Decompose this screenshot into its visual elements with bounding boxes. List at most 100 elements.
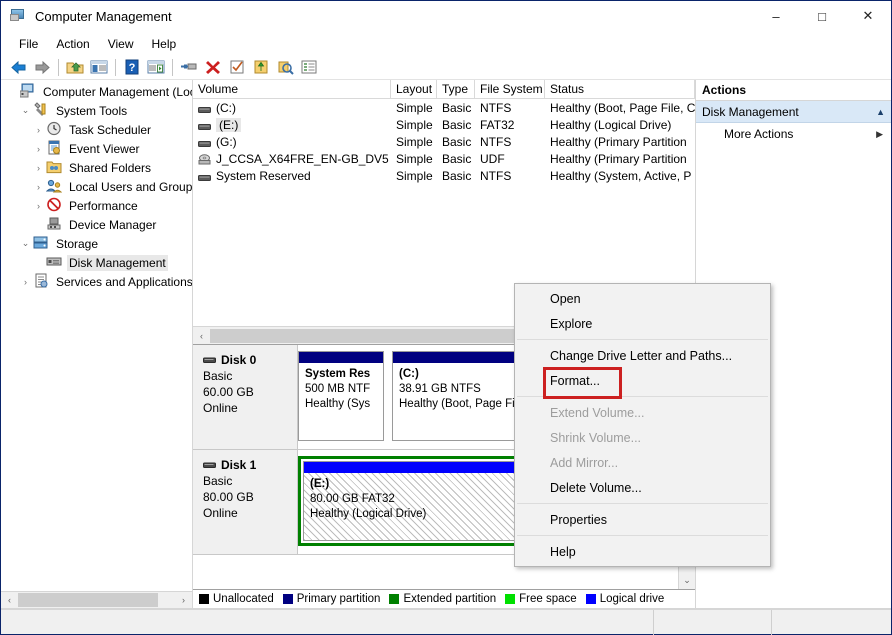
disk-scroll-down-button[interactable]: ⌄	[679, 572, 695, 589]
disk-info-panel[interactable]: Disk 1 Basic 80.00 GB Online	[193, 450, 298, 554]
menu-help[interactable]: Help	[143, 35, 186, 53]
column-header-type[interactable]: Type	[437, 80, 475, 98]
column-header-status[interactable]: Status	[545, 80, 695, 98]
legend-item-unallocated: Unallocated	[199, 593, 274, 605]
tree-item-storage[interactable]: ⌄ Storage	[1, 234, 192, 253]
volume-cell-status: Healthy (Logical Drive)	[550, 117, 672, 132]
drive-icon	[198, 171, 211, 181]
legend-label: Free space	[519, 593, 577, 605]
volume-cell-type: Basic	[442, 100, 472, 115]
connect-icon[interactable]	[178, 57, 200, 78]
action-more-actions[interactable]: More Actions ▶	[696, 123, 891, 145]
volume-row[interactable]: System Reserved Simple Basic NTFS Healthy (S…	[193, 167, 695, 184]
partition-label: System Res	[305, 368, 371, 380]
twisty-placeholder	[31, 215, 46, 234]
volume-context-menu: Open Explore Change Drive Letter and Paths…	[514, 283, 771, 567]
context-menu-item-properties[interactable]: Properties	[515, 507, 770, 532]
minimize-button[interactable]: –	[753, 1, 799, 32]
window-controls: – □ ✕	[753, 1, 891, 32]
tree-item-event-viewer[interactable]: › Event Viewer	[1, 139, 192, 158]
console-tree: Computer Management (Local ⌄ System Tools ›…	[1, 80, 192, 591]
tree-scroll-thumb[interactable]	[18, 593, 158, 607]
context-menu-item-explore[interactable]: Explore	[515, 311, 770, 336]
tree-item-task-scheduler[interactable]: › Task Scheduler	[1, 120, 192, 139]
tree-item-services-and-applications[interactable]: › Services and Applications	[1, 272, 192, 291]
delete-icon[interactable]	[202, 57, 224, 78]
svg-text:?: ?	[129, 62, 136, 74]
disk-info-panel[interactable]: Disk 0 Basic 60.00 GB Online	[193, 345, 298, 449]
chevron-down-icon[interactable]: ⌄	[18, 101, 33, 120]
toolbar: ?	[1, 55, 891, 80]
chevron-up-icon[interactable]: ▲	[876, 107, 885, 117]
actions-group-label: Disk Management	[702, 104, 799, 119]
tree-item-disk-management[interactable]: Disk Management	[1, 253, 192, 272]
disk-size: 60.00 GB	[203, 385, 254, 399]
tree-scroll-track[interactable]	[18, 592, 175, 608]
help-icon[interactable]: ?	[121, 57, 143, 78]
tree-horizontal-scrollbar[interactable]: ‹ ›	[1, 591, 192, 608]
back-icon[interactable]	[7, 57, 29, 78]
refresh-icon[interactable]	[274, 57, 296, 78]
chevron-right-icon[interactable]: ›	[18, 272, 33, 291]
status-bar	[1, 609, 891, 635]
volume-cell-status: Healthy (Primary Partition	[550, 134, 687, 149]
column-header-layout[interactable]: Layout	[391, 80, 437, 98]
context-menu-item-label: Properties	[550, 512, 607, 527]
tree-item-shared-folders[interactable]: › Shared Folders	[1, 158, 192, 177]
actions-group-disk-management[interactable]: Disk Management ▲	[696, 101, 891, 123]
context-menu-item-help[interactable]: Help	[515, 539, 770, 564]
chevron-right-icon[interactable]: ›	[31, 177, 46, 196]
show-hide-tree-icon[interactable]	[88, 57, 110, 78]
chevron-down-icon[interactable]: ⌄	[18, 234, 33, 253]
forward-icon[interactable]	[31, 57, 53, 78]
volume-cell-layout: Simple	[396, 151, 433, 166]
context-menu-item-change-drive-letter-and-paths[interactable]: Change Drive Letter and Paths...	[515, 343, 770, 368]
export-list-icon[interactable]	[250, 57, 272, 78]
menu-file[interactable]: File	[10, 35, 47, 53]
chevron-right-icon[interactable]: ›	[31, 158, 46, 177]
column-header-volume[interactable]: Volume	[193, 80, 391, 98]
chevron-right-icon[interactable]: ›	[31, 139, 46, 158]
volume-cell-name: (G:)	[193, 135, 391, 149]
status-bar-segment-2	[771, 609, 891, 635]
up-folder-icon[interactable]	[64, 57, 86, 78]
close-button[interactable]: ✕	[845, 1, 891, 32]
context-menu-separator	[517, 503, 768, 504]
chevron-right-icon[interactable]: ›	[31, 196, 46, 215]
list-view-icon[interactable]	[298, 57, 320, 78]
disk-icon	[203, 352, 216, 368]
context-menu-item-label: Explore	[550, 316, 593, 331]
tree-item-computer-management-local[interactable]: Computer Management (Local	[1, 82, 192, 101]
legend-item-free-space: Free space	[505, 593, 577, 605]
tree-item-local-users-and-groups[interactable]: › Local Users and Groups	[1, 177, 192, 196]
context-menu-item-open[interactable]: Open	[515, 286, 770, 311]
scroll-right-button[interactable]: ›	[175, 592, 192, 608]
context-menu-item-delete-volume[interactable]: Delete Volume...	[515, 475, 770, 500]
properties-icon[interactable]	[226, 57, 248, 78]
menu-action[interactable]: Action	[47, 35, 98, 53]
chevron-right-icon[interactable]: ›	[31, 120, 46, 139]
volume-row[interactable]: (G:) Simple Basic NTFS Healthy (Primary Part…	[193, 133, 695, 150]
volume-scroll-left-button[interactable]: ‹	[193, 328, 210, 344]
menu-view[interactable]: View	[99, 35, 143, 53]
volume-row[interactable]: (C:) Simple Basic NTFS Healthy (Boot, Page F…	[193, 99, 695, 116]
legend-item-primary-partition: Primary partition	[282, 593, 380, 605]
tree-item-performance[interactable]: › Performance	[1, 196, 192, 215]
column-header-file-system[interactable]: File System	[475, 80, 545, 98]
tree-item-device-manager[interactable]: Device Manager	[1, 215, 192, 234]
show-hide-action-pane-icon[interactable]	[145, 57, 167, 78]
disk-legend: Unallocated Primary partition Extended par…	[193, 589, 695, 608]
tree-item-system-tools[interactable]: ⌄ System Tools	[1, 101, 192, 120]
volume-row[interactable]: (E:) Simple Basic FAT32 Healthy (Logical Dri…	[193, 116, 695, 133]
context-menu-item-format[interactable]: Format...	[515, 367, 770, 399]
partition-SystemRes[interactable]: System Res 500 MB NTF Healthy (Sys	[298, 351, 384, 441]
volume-row[interactable]: J_CCSA_X64FRE_EN-GB_DV5 (D:) Simple Basic U…	[193, 150, 695, 167]
scroll-left-button[interactable]: ‹	[1, 592, 18, 608]
volume-cell-filesystem: FAT32	[480, 117, 515, 132]
partition-status: Healthy (Sys	[305, 398, 371, 410]
maximize-button[interactable]: □	[799, 1, 845, 32]
disk-size: 80.00 GB	[203, 490, 254, 504]
drive-icon	[198, 120, 211, 130]
legend-label: Logical drive	[599, 593, 665, 605]
clock-icon	[46, 121, 63, 138]
